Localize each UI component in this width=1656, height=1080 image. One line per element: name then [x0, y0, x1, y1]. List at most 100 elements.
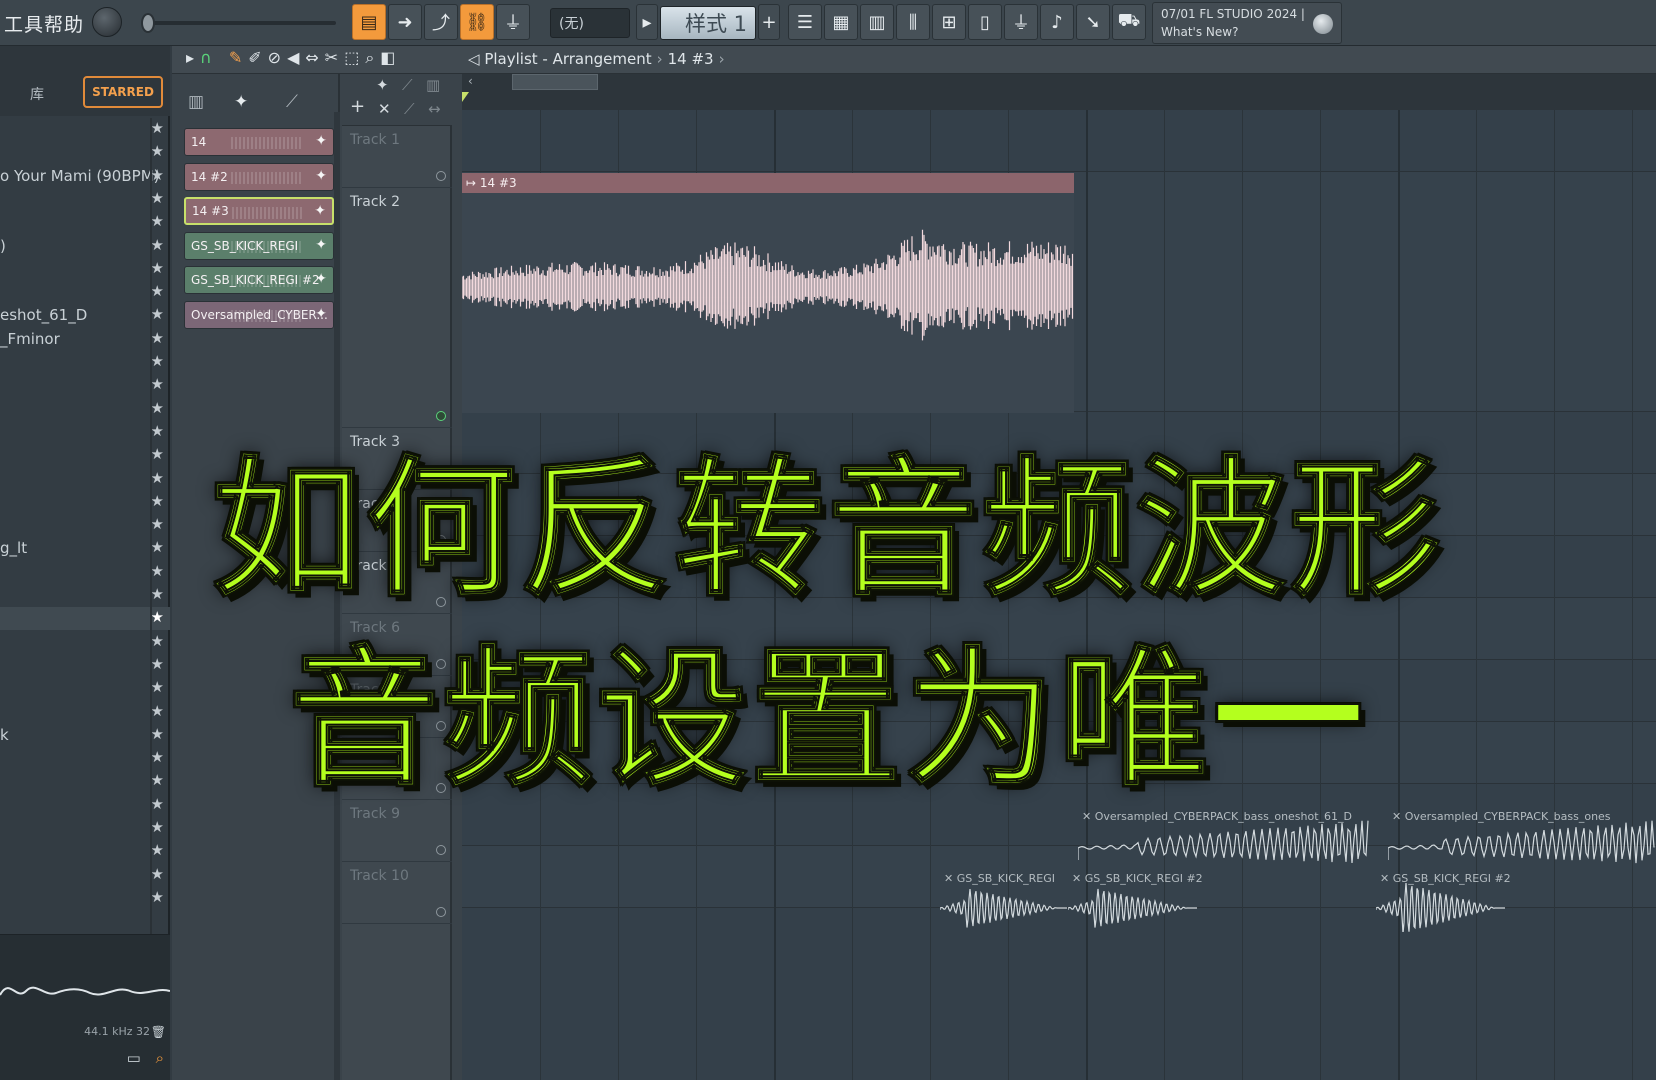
star-icon[interactable]: ★ — [151, 189, 164, 207]
project-info-icon[interactable]: ▯ — [968, 4, 1002, 40]
menu-help[interactable]: 帮助 — [44, 10, 84, 37]
star-icon[interactable]: ★ — [151, 212, 164, 230]
star-icon[interactable]: ★ — [151, 352, 164, 370]
cyber-clip-2[interactable]: ✕ Oversampled_CYBERPACK_bass_ones — [1388, 808, 1656, 870]
star-icon[interactable]: ★ — [151, 259, 164, 277]
link-icon[interactable]: ⛓ — [460, 4, 494, 40]
close-track-icon[interactable]: ✕ — [378, 100, 391, 118]
mixer-icon[interactable]: ⫼ — [896, 4, 930, 40]
menu-tools[interactable]: 工具 — [4, 10, 44, 37]
pencil-icon[interactable]: ✎ — [229, 48, 248, 67]
arrow-right-icon[interactable]: ➜ — [388, 4, 422, 40]
star-icon[interactable]: ★ — [151, 282, 164, 300]
channel-rack-icon[interactable]: ▥ — [860, 4, 894, 40]
playlist-overview[interactable] — [512, 74, 598, 90]
add-track-icon[interactable]: + — [350, 96, 365, 117]
browser-item[interactable]: ★ — [0, 281, 170, 304]
scroll-left-icon[interactable]: ‹ — [468, 74, 473, 88]
kick-clip-3[interactable]: ✕ GS_SB_KICK_REGI #2 — [1376, 870, 1511, 932]
master-volume-knob[interactable] — [92, 7, 122, 37]
search-icon[interactable]: ⌕ — [156, 1049, 164, 1067]
track-header[interactable]: Track 1 — [342, 126, 452, 188]
audio-clip-14-3[interactable]: ↦ 14 #3 — [461, 173, 1074, 413]
star-icon[interactable]: ★ — [151, 236, 164, 254]
tutorial-icon[interactable]: ➘ — [1076, 4, 1110, 40]
clip-picker-item[interactable]: GS_SB_KICK_REGI #2 ✦ — [184, 266, 334, 294]
star-icon[interactable]: ★ — [151, 119, 164, 137]
star-icon[interactable]: ★ — [151, 375, 164, 393]
delete-icon[interactable]: ⊘ — [268, 48, 287, 67]
plugin-icon[interactable]: ⏚ — [1004, 4, 1038, 40]
curve-icon[interactable]: ⤴ — [424, 4, 458, 40]
magnet-icon[interactable]: ∩ — [200, 48, 218, 67]
picker-automation-icon[interactable]: ⟋ — [286, 92, 298, 112]
timeline-ruler[interactable]: ‹ — [462, 74, 1656, 110]
cyber-clip-1[interactable]: ✕ Oversampled_CYBERPACK_bass_oneshot_61_… — [1078, 808, 1370, 870]
cart-icon[interactable]: ⛟ — [1112, 4, 1146, 40]
trash-icon[interactable]: 🗑 — [151, 1025, 166, 1039]
clip-picker-item[interactable]: 14 ✦ — [184, 128, 334, 156]
picker-grid-icon[interactable]: ▥ — [188, 92, 204, 112]
track-enable-icon[interactable] — [436, 845, 446, 855]
zoom-icon[interactable]: ⌕ — [365, 48, 380, 67]
tempo-tapper-icon[interactable]: ♪ — [1040, 4, 1074, 40]
edit-track-icon[interactable]: ⟋ — [404, 100, 415, 118]
browser-item[interactable]: eshot_61_D ★ — [0, 304, 170, 327]
star-icon[interactable]: ★ — [151, 888, 164, 906]
add-pattern-button[interactable]: + — [758, 4, 780, 40]
star-icon[interactable]: ★ — [151, 865, 164, 883]
browser-item[interactable]: ) ★ — [0, 235, 170, 258]
globe-icon[interactable] — [1313, 14, 1333, 34]
master-pitch-slider[interactable] — [146, 21, 336, 25]
browser-item[interactable]: ★ — [0, 118, 170, 141]
paint-icon[interactable]: ✐ — [248, 48, 267, 67]
track-enable-icon[interactable] — [436, 907, 446, 917]
browser-item[interactable]: ★ — [0, 258, 170, 281]
audio-clip-icon[interactable]: ✦ — [376, 76, 389, 94]
track-header[interactable]: Track 2 — [342, 188, 452, 428]
star-icon[interactable]: ★ — [151, 329, 164, 347]
tab-starred[interactable]: STARRED — [83, 76, 163, 108]
browser-item[interactable]: _Fminor ★ — [0, 328, 170, 351]
browser-item[interactable]: o Your Mami (90BPM) ★ — [0, 165, 170, 188]
clip-picker-item[interactable]: 14 #3 ✦ — [184, 197, 334, 225]
slice-icon[interactable]: ✂ — [325, 48, 344, 67]
browser-item[interactable]: ★ — [0, 211, 170, 234]
track-enable-icon[interactable] — [436, 171, 446, 181]
picker-audio-icon[interactable]: ✦ — [234, 92, 248, 112]
playback-icon[interactable]: ◧ — [380, 48, 401, 67]
clip-picker-item[interactable]: 14 #2 ✦ — [184, 162, 334, 191]
pattern-name-field[interactable]: 样式 1 — [660, 6, 756, 40]
news-panel[interactable]: 07/01 FL STUDIO 2024 | What's New? — [1152, 2, 1342, 44]
kick-clip-2[interactable]: ✕ GS_SB_KICK_REGI #2 — [1068, 870, 1203, 932]
star-icon[interactable]: ★ — [151, 166, 164, 184]
clip-header[interactable]: ↦ 14 #3 — [462, 173, 1074, 193]
grid-small-icon[interactable]: ▥ — [426, 76, 440, 94]
track-header[interactable]: Track 10 — [342, 862, 452, 924]
star-icon[interactable]: ★ — [151, 305, 164, 323]
kick-clip-1[interactable]: ✕ GS_SB_KICK_REGI — [940, 870, 1068, 932]
browser-item[interactable]: ★ — [0, 141, 170, 164]
star-icon[interactable]: ★ — [151, 841, 164, 859]
browser-item[interactable]: ★ — [0, 840, 170, 863]
select-icon[interactable]: ⬚ — [344, 48, 365, 67]
star-icon[interactable]: ★ — [151, 142, 164, 160]
slider-handle[interactable] — [141, 13, 155, 33]
browser-item[interactable]: ★ — [0, 864, 170, 887]
metronome-icon[interactable]: ⏚ — [496, 4, 530, 40]
link-small-icon[interactable]: ⟋ — [402, 76, 413, 94]
menu-arrow-icon[interactable]: ▸ — [186, 48, 200, 67]
clip-picker-item[interactable]: GS_SB_KICK_REGI ✦ — [184, 231, 334, 260]
browser-tree-icon[interactable]: ⊞ — [932, 4, 966, 40]
star-icon[interactable]: ★ — [151, 818, 164, 836]
playlist-icon[interactable]: ☰ — [788, 4, 822, 40]
slip-icon[interactable]: ⇔ — [305, 48, 324, 67]
piano-roll-icon[interactable]: ▤ — [352, 4, 386, 40]
pattern-selector[interactable]: (无) — [550, 8, 630, 38]
browser-item[interactable]: ★ — [0, 374, 170, 397]
clip-picker-item[interactable]: Oversampled_CYBER... ✦ — [184, 300, 334, 329]
browser-item[interactable]: ★ — [0, 887, 170, 910]
browser-item[interactable]: ★ — [0, 188, 170, 211]
tab-library[interactable]: 库 — [30, 84, 44, 104]
playhead-marker[interactable] — [462, 92, 469, 102]
